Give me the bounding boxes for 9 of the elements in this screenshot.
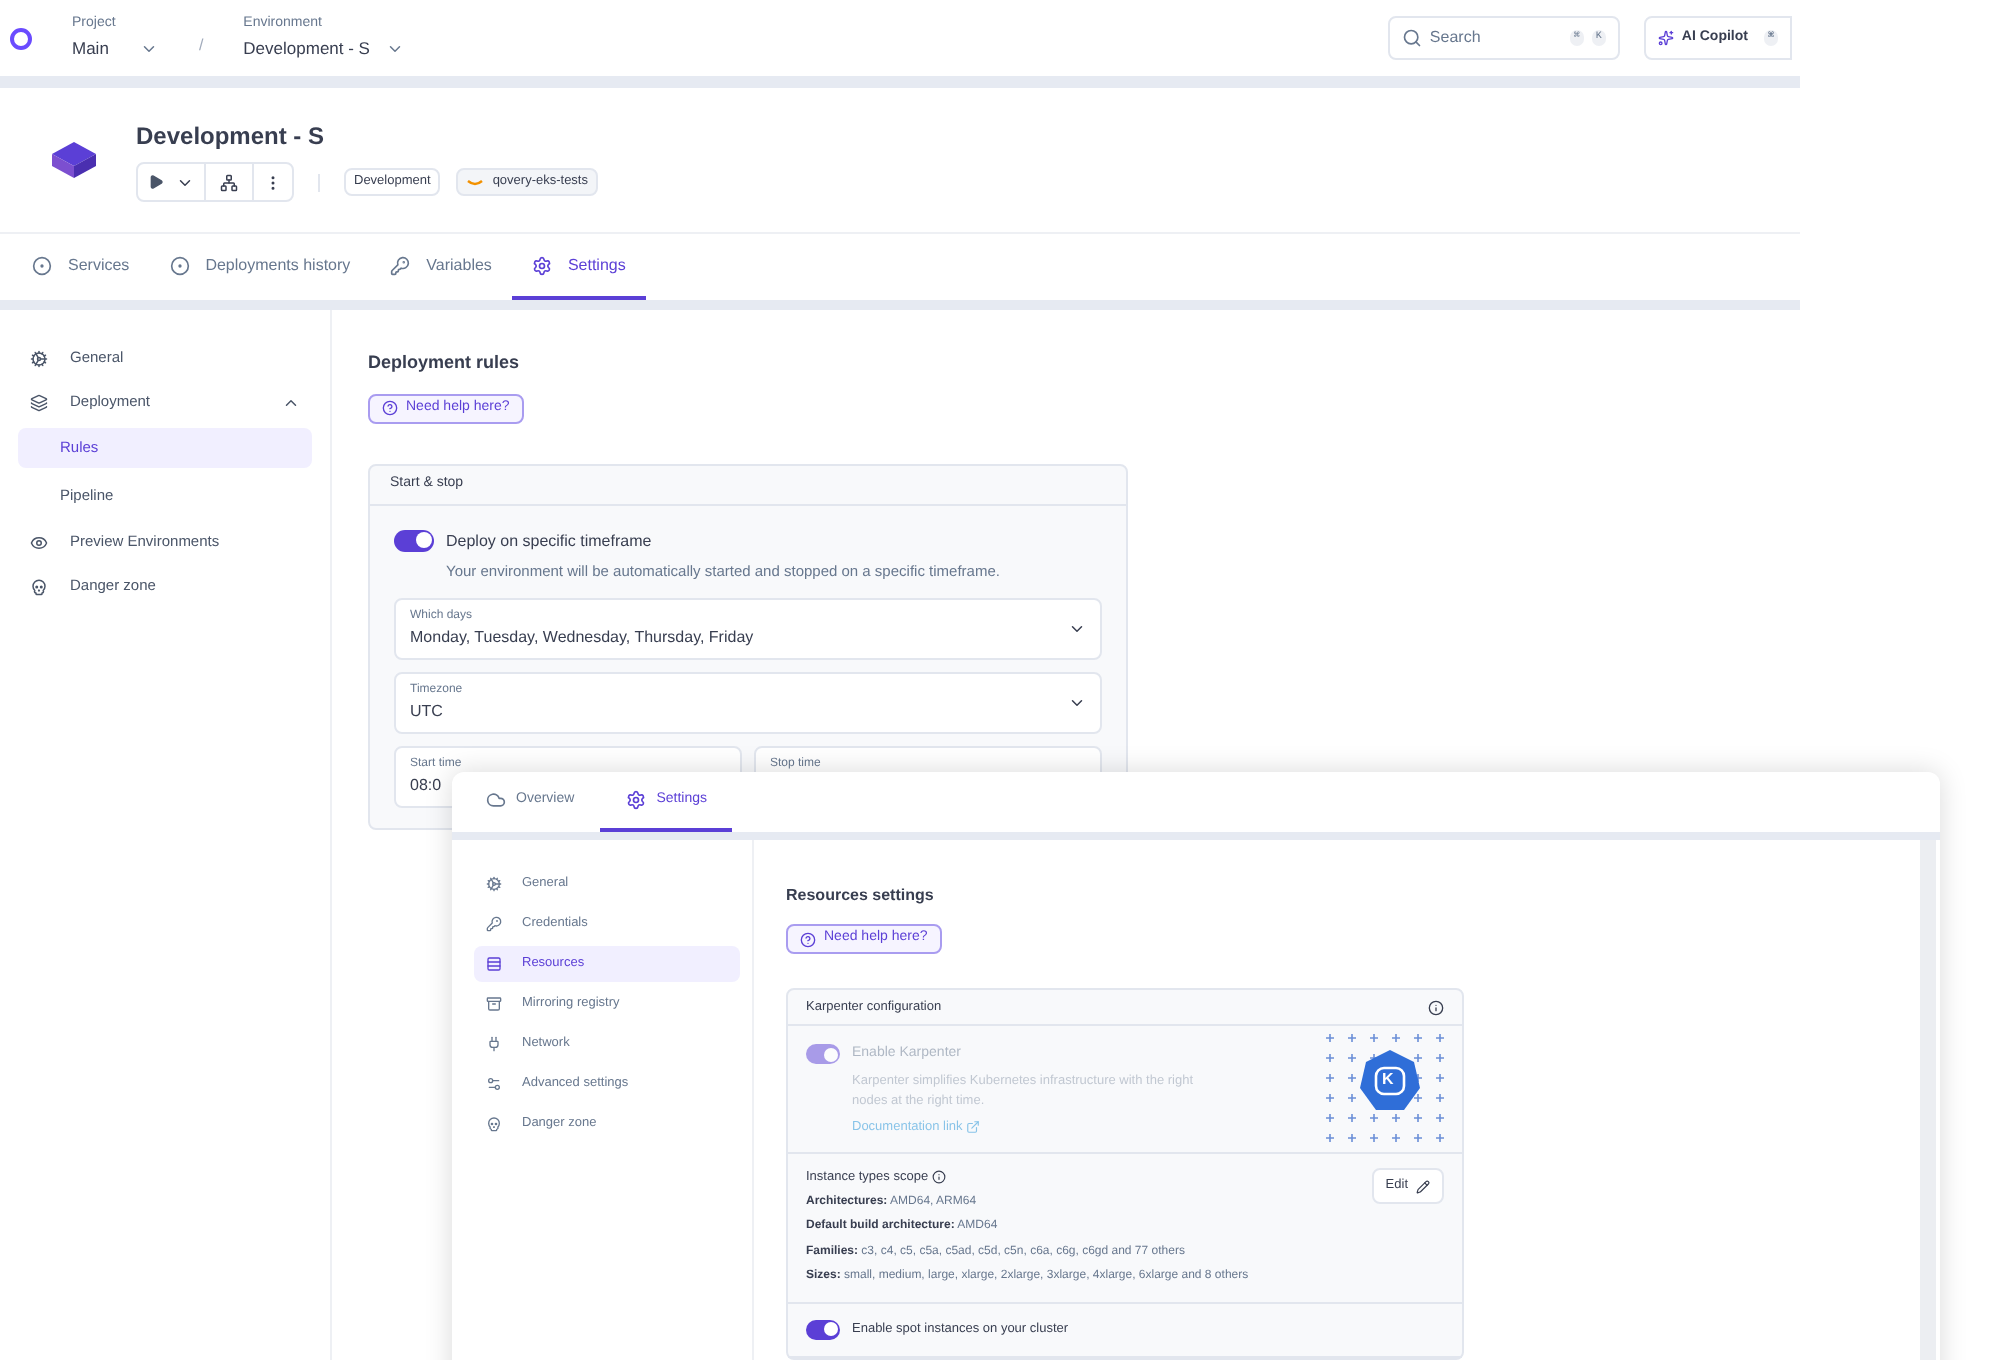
field-value: Monday, Tuesday, Wednesday, Thursday, Friday (410, 625, 756, 650)
field-value: 08:0 (410, 773, 442, 798)
page-title: Deployment rules (368, 350, 520, 376)
breadcrumb-separator: / (198, 34, 204, 58)
logo-letter: K (1382, 1068, 1394, 1092)
page-title: Resources settings (786, 884, 934, 908)
field-value: UTC (410, 699, 445, 724)
environment-title: Development - S (136, 120, 327, 154)
toggle-label: Deploy on specific timeframe (446, 529, 654, 553)
